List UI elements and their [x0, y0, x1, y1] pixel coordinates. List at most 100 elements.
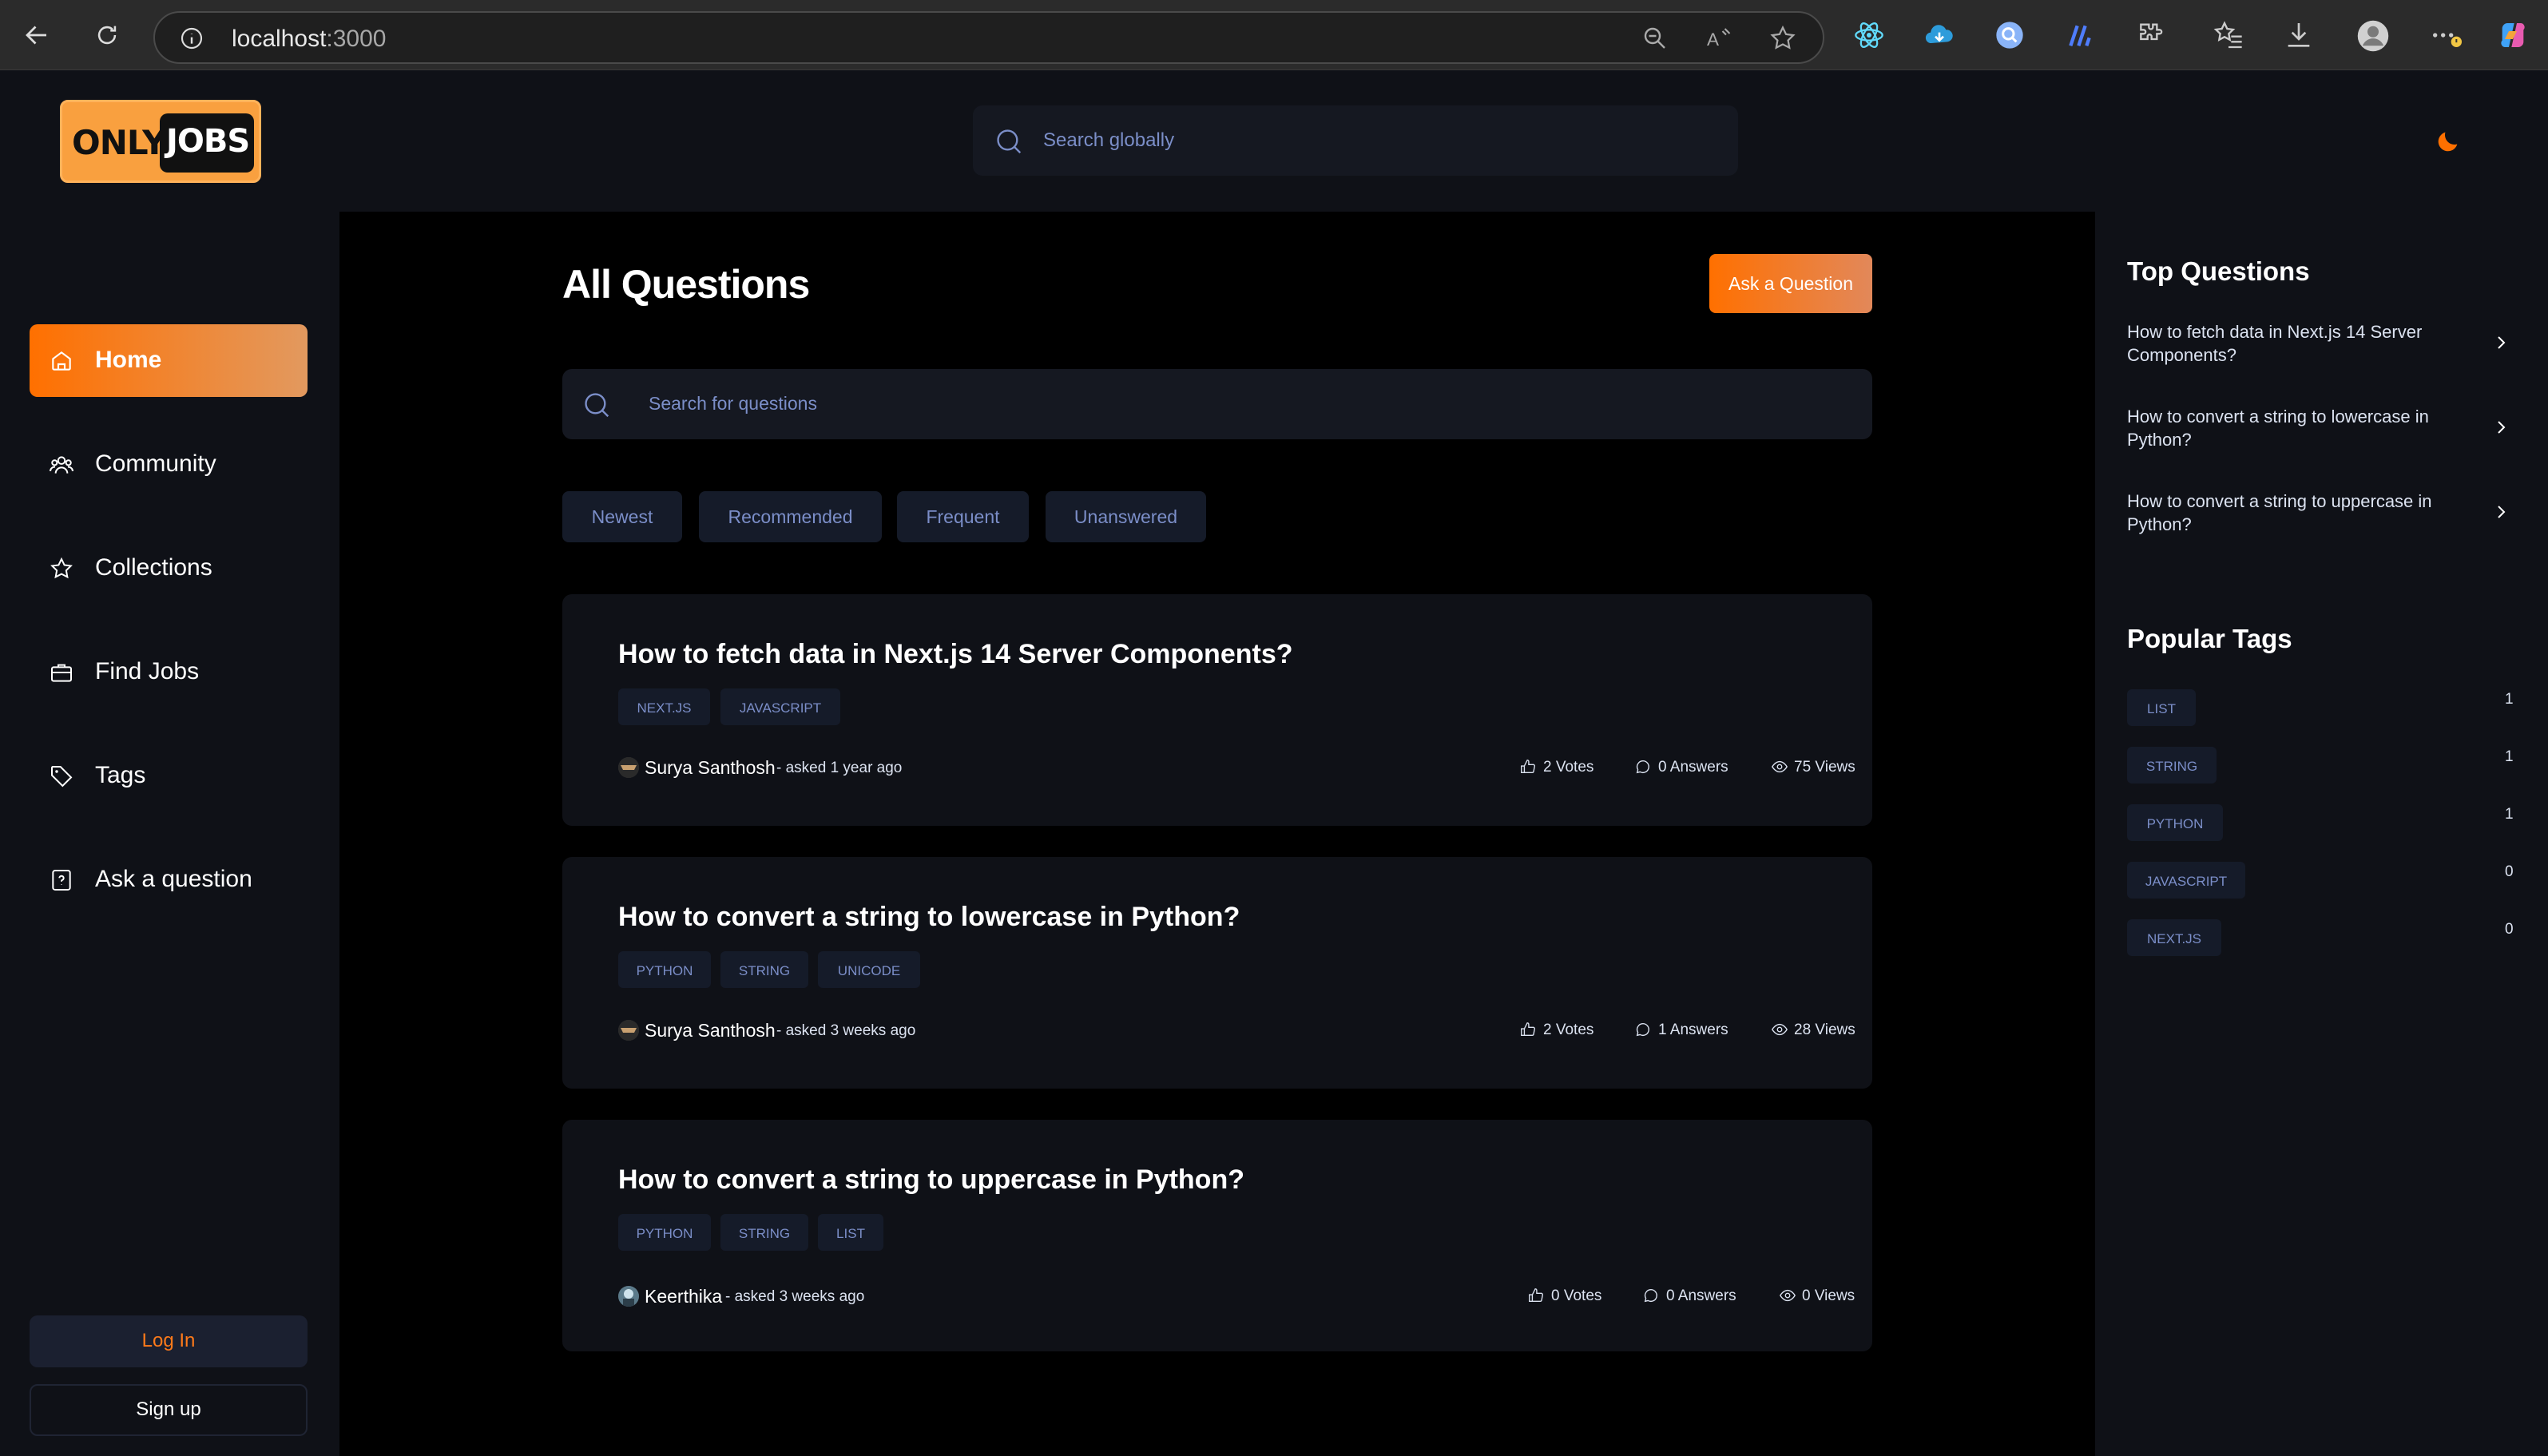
question-card[interactable]: How to fetch data in Next.js 14 Server C… — [562, 594, 1872, 826]
popular-tag[interactable]: PYTHON — [2127, 804, 2223, 841]
zoom-out-icon[interactable] — [1641, 24, 1669, 53]
sidebar-item-community[interactable]: Community — [30, 428, 308, 501]
popular-tag-label: NEXT.JS — [2146, 931, 2202, 946]
logo-jobs-text: JOBS — [166, 123, 250, 160]
question-title[interactable]: How to convert a string to lowercase in … — [618, 902, 1240, 933]
tag-label: STRING — [738, 963, 791, 978]
question-card[interactable]: How to convert a string to uppercase in … — [562, 1120, 1872, 1351]
login-button[interactable]: Log In — [30, 1315, 308, 1367]
message-icon — [1642, 1287, 1660, 1304]
popular-tag-count: 1 — [2505, 806, 2514, 823]
site-info-icon[interactable] — [179, 26, 204, 51]
top-question-item[interactable]: How to convert a string to uppercase in … — [2127, 490, 2510, 536]
url-host: localhost — [232, 26, 327, 52]
filter-recommended[interactable]: Recommended — [699, 491, 882, 542]
sidebar-item-label: Community — [95, 450, 216, 477]
tag-badge[interactable]: STRING — [720, 1214, 808, 1251]
analytics-extension-icon[interactable] — [2064, 19, 2096, 51]
logo-jobs-box: JOBS — [160, 113, 254, 173]
tag-label: PYTHON — [636, 1226, 693, 1241]
back-button[interactable] — [19, 18, 54, 53]
author-name: Surya Santhosh — [645, 757, 776, 778]
url-port: :3000 — [326, 26, 387, 52]
tag-badge[interactable]: LIST — [818, 1214, 883, 1251]
copilot-icon[interactable] — [2497, 19, 2529, 51]
popular-tag[interactable]: STRING — [2127, 747, 2217, 784]
tag-badge[interactable]: UNICODE — [818, 951, 920, 988]
popular-tag-label: JAVASCRIPT — [2145, 874, 2228, 889]
search-icon — [994, 126, 1024, 157]
sidebar-item-label: Home — [95, 347, 162, 373]
tag-badge[interactable]: JAVASCRIPT — [720, 688, 840, 725]
question-title[interactable]: How to fetch data in Next.js 14 Server C… — [618, 639, 1293, 670]
views-count: 0 Views — [1802, 1287, 1855, 1304]
author-name: Keerthika — [645, 1286, 723, 1307]
favorites-list-icon[interactable] — [2213, 19, 2244, 51]
sidebar-item-home[interactable]: Home — [30, 324, 308, 397]
suitcase-icon — [49, 660, 74, 685]
top-question-item[interactable]: How to convert a string to lowercase in … — [2127, 405, 2510, 451]
message-icon — [1634, 758, 1652, 776]
asked-time: - asked 1 year ago — [776, 760, 903, 776]
sidebar-item-label: Ask a question — [95, 866, 252, 892]
more-menu-icon[interactable] — [2428, 19, 2462, 51]
popular-tag-label: STRING — [2145, 759, 2198, 774]
tag-badge[interactable]: NEXT.JS — [618, 688, 710, 725]
tag-badge[interactable]: PYTHON — [618, 1214, 711, 1251]
downloads-icon[interactable] — [2283, 19, 2315, 51]
question-search-placeholder: Search for questions — [649, 393, 817, 414]
url-text[interactable]: localhost:3000 — [232, 26, 386, 53]
popular-tag-label: PYTHON — [2146, 816, 2204, 831]
refresh-icon — [97, 26, 117, 45]
main-content: All Questions Ask a Question Search for … — [339, 212, 2095, 1456]
extensions-puzzle-icon[interactable] — [2134, 19, 2166, 51]
sidebar-item-ask-question[interactable]: Ask a question — [30, 843, 308, 916]
tag-label: STRING — [738, 1226, 791, 1241]
filter-newest[interactable]: Newest — [562, 491, 682, 542]
question-title[interactable]: How to convert a string to uppercase in … — [618, 1164, 1244, 1196]
search-icon — [581, 390, 612, 420]
thumbs-up-icon — [1519, 1021, 1537, 1038]
global-search-input[interactable]: Search globally — [973, 105, 1738, 176]
popular-tag[interactable]: LIST — [2127, 689, 2196, 726]
message-icon — [1634, 1021, 1652, 1038]
sidebar-item-tags[interactable]: Tags — [30, 740, 308, 812]
read-aloud-icon[interactable]: A — [1705, 24, 1733, 53]
top-question-item[interactable]: How to fetch data in Next.js 14 Server C… — [2127, 320, 2510, 367]
top-questions-heading: Top Questions — [2127, 256, 2310, 286]
site-logo[interactable]: ONLY JOBS — [60, 100, 261, 183]
react-devtools-icon[interactable] — [1853, 19, 1885, 51]
popular-tag-count: 0 — [2505, 921, 2514, 938]
filter-label: Frequent — [926, 506, 1000, 527]
theme-toggle-moon-icon[interactable] — [2435, 128, 2462, 155]
popular-tag[interactable]: JAVASCRIPT — [2127, 862, 2245, 899]
refresh-button[interactable] — [89, 18, 125, 53]
ask-question-button[interactable]: Ask a Question — [1709, 254, 1872, 313]
profile-avatar-icon[interactable] — [2356, 19, 2389, 52]
filter-unanswered[interactable]: Unanswered — [1046, 491, 1206, 542]
sidebar-item-find-jobs[interactable]: Find Jobs — [30, 636, 308, 708]
top-question-text: How to fetch data in Next.js 14 Server C… — [2127, 322, 2423, 365]
address-bar[interactable]: localhost:3000 A — [153, 11, 1824, 64]
search-extension-icon[interactable] — [1994, 19, 2026, 51]
chevron-right-icon — [2491, 333, 2510, 352]
app-root: ONLY JOBS Search globally Home Community… — [0, 70, 2548, 1456]
views-count: 75 Views — [1794, 759, 1855, 776]
question-search-input[interactable]: Search for questions — [562, 369, 1872, 439]
filter-frequent[interactable]: Frequent — [897, 491, 1029, 542]
popular-tag-count: 1 — [2505, 748, 2514, 765]
popular-tag[interactable]: NEXT.JS — [2127, 919, 2221, 956]
signup-button[interactable]: Sign up — [30, 1384, 308, 1436]
tag-badge[interactable]: STRING — [720, 951, 808, 988]
thumbs-up-icon — [1519, 758, 1537, 776]
top-question-text: How to convert a string to uppercase in … — [2127, 491, 2432, 534]
tag-badge[interactable]: PYTHON — [618, 951, 711, 988]
ask-question-label: Ask a Question — [1728, 273, 1853, 294]
views-count: 28 Views — [1794, 1022, 1855, 1038]
sidebar-item-collections[interactable]: Collections — [30, 532, 308, 605]
tag-label: NEXT.JS — [637, 700, 692, 716]
favorite-star-icon[interactable] — [1768, 24, 1797, 53]
question-card[interactable]: How to convert a string to lowercase in … — [562, 857, 1872, 1089]
cloud-download-icon[interactable] — [1923, 19, 1955, 51]
question-icon — [49, 867, 74, 893]
